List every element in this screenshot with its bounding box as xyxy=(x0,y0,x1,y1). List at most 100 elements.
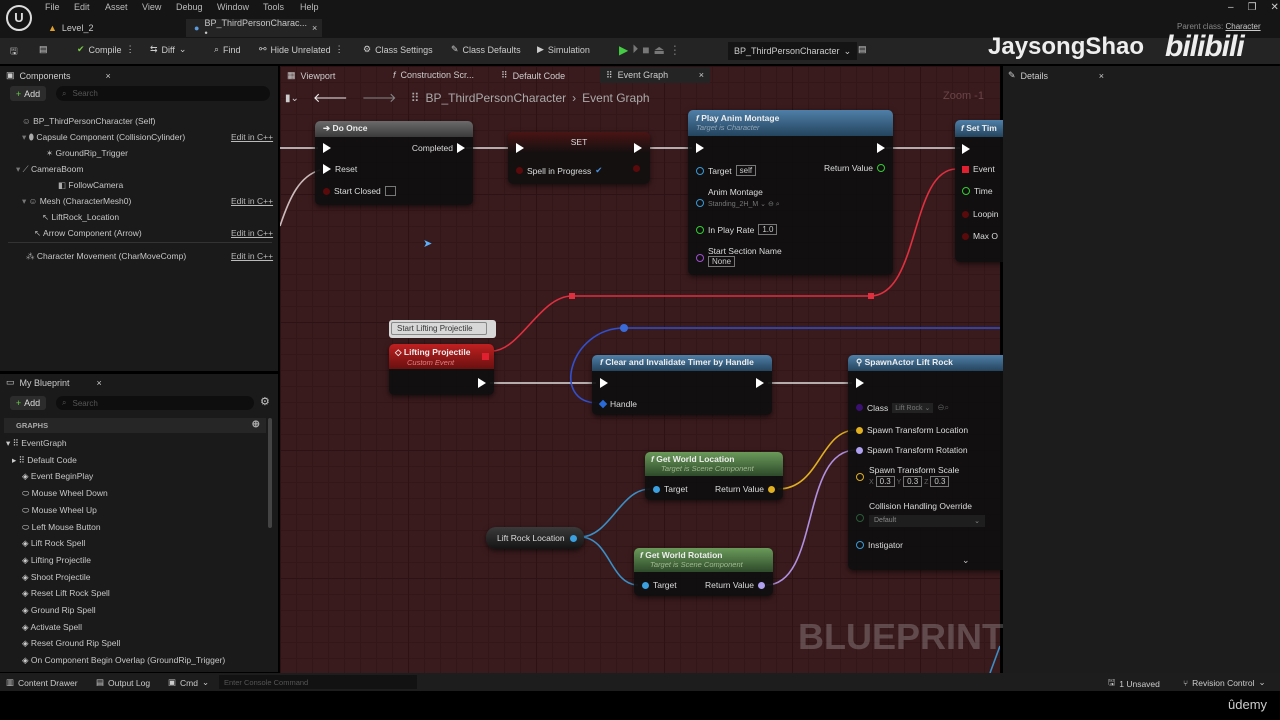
return-value-pin[interactable]: Return Value xyxy=(824,163,885,173)
spawn-scale-pin[interactable]: Spawn Transform Scale X 0.3 Y 0.3 Z 0.3 xyxy=(856,465,959,487)
spawn-rotation-pin[interactable]: Spawn Transform Rotation xyxy=(856,445,968,455)
completed-pin[interactable]: Completed xyxy=(412,143,465,153)
expand-arrow-icon[interactable]: ▾ xyxy=(22,132,29,142)
more-icon[interactable]: ⋮ xyxy=(126,44,135,55)
settings-gear-icon[interactable]: ⚙ xyxy=(260,395,270,408)
browse-debug-icon[interactable]: ▤ xyxy=(858,44,867,55)
class-defaults-button[interactable]: ✎ Class Defaults xyxy=(451,44,521,55)
output-log-button[interactable]: ▤ Output Log xyxy=(96,677,150,688)
exec-in-pin[interactable] xyxy=(856,378,864,388)
my-blueprint-tab[interactable]: ▭ My Blueprint × xyxy=(6,377,102,388)
eject-icon[interactable]: ⏏ xyxy=(654,43,665,57)
breadcrumb-blueprint[interactable]: BP_ThirdPersonCharacter xyxy=(425,91,566,105)
close-icon[interactable]: × xyxy=(97,378,102,388)
component-item[interactable]: ◧ FollowCamera xyxy=(58,180,123,191)
menu-debug[interactable]: Debug xyxy=(176,2,203,12)
graph-item[interactable]: ◈ Lift Rock Spell xyxy=(22,538,85,549)
find-button[interactable]: ⌕ Find xyxy=(214,44,241,55)
component-item[interactable]: ☺ BP_ThirdPersonCharacter (Self) xyxy=(22,116,155,126)
debug-object-select[interactable]: BP_ThirdPersonCharacter ⌄ xyxy=(728,42,858,60)
expand-arrow-icon[interactable]: ▾ xyxy=(16,164,23,174)
output-pin[interactable] xyxy=(569,534,577,542)
menu-edit[interactable]: Edit xyxy=(74,2,90,12)
montage-select[interactable]: Standing_2H_M ⌄ ⊖ ⌕ xyxy=(708,200,780,209)
content-drawer-button[interactable]: ▥ Content Drawer xyxy=(6,677,78,688)
graph-item[interactable]: ◈ Event BeginPlay xyxy=(22,471,93,482)
node-do-once[interactable]: ➔ Do Once Completed Reset Start Closed xyxy=(315,121,473,205)
details-tab[interactable]: ✎ Details × xyxy=(1008,70,1104,81)
forward-arrow-icon[interactable]: 🡒 xyxy=(362,90,397,106)
start-closed-pin[interactable]: Start Closed xyxy=(323,186,396,196)
console-input[interactable]: Enter Console Command xyxy=(219,675,417,689)
save-icon[interactable]: 🖫 xyxy=(10,44,18,60)
play-rate-input[interactable]: 1.0 xyxy=(758,224,778,235)
edit-in-cpp-link[interactable]: Edit in C++ xyxy=(231,251,273,261)
reset-pin[interactable]: Reset xyxy=(323,164,357,174)
graph-item[interactable]: ◈ Reset Ground Rip Spell xyxy=(22,638,120,649)
menu-file[interactable]: File xyxy=(45,2,60,12)
component-item[interactable]: ✶ GroundRip_Trigger xyxy=(46,148,128,159)
component-item[interactable]: ↖ Arrow Component (Arrow) xyxy=(34,228,142,239)
expand-chevron-icon[interactable]: ⌄ xyxy=(962,555,970,566)
graph-item[interactable]: ◈ Reset Lift Rock Spell xyxy=(22,588,110,599)
scale-x-input[interactable]: 0.3 xyxy=(875,476,895,487)
return-value-pin[interactable]: Return Value xyxy=(705,580,765,590)
components-search-input[interactable]: ⌕ Search xyxy=(56,86,270,101)
tab-viewport[interactable]: ▦ Viewport xyxy=(287,70,335,81)
delegate-pin[interactable] xyxy=(482,353,489,360)
node-lift-rock-location-var[interactable]: Lift Rock Location xyxy=(486,527,584,549)
menu-asset[interactable]: Asset xyxy=(105,2,128,12)
tab-level[interactable]: ▲ Level_2 xyxy=(40,19,101,37)
start-section-pin[interactable]: Start Section Name None xyxy=(696,246,782,267)
scrollbar[interactable] xyxy=(268,418,272,528)
component-item[interactable]: ▾ ☺ Mesh (CharacterMesh0) xyxy=(22,196,131,207)
section-input[interactable]: None xyxy=(708,256,736,267)
more-icon[interactable]: ⋮ xyxy=(669,43,681,57)
edit-in-cpp-link[interactable]: Edit in C++ xyxy=(231,196,273,206)
looping-pin[interactable]: Loopin xyxy=(962,209,999,219)
cmd-select[interactable]: ▣ Cmd ⌄ xyxy=(168,677,209,688)
collision-override-pin[interactable]: Collision Handling Override Default ⌄ xyxy=(856,501,985,527)
exec-in-pin[interactable] xyxy=(323,143,331,153)
close-icon[interactable]: × xyxy=(699,70,704,80)
class-pin[interactable]: Class Lift Rock ⌄ ⊖⌕ xyxy=(856,402,949,413)
add-component-button[interactable]: + Add xyxy=(10,86,46,101)
start-closed-checkbox[interactable] xyxy=(384,186,396,196)
exec-in-pin[interactable] xyxy=(516,143,524,153)
target-pin[interactable]: Target self xyxy=(696,165,757,176)
graph-item[interactable]: ⬭ Left Mouse Button xyxy=(22,522,101,533)
compile-button[interactable]: ✔ Compile ⋮ xyxy=(77,44,135,55)
back-arrow-icon[interactable]: 🡐 xyxy=(313,90,348,106)
exec-out-pin[interactable] xyxy=(478,378,486,388)
unreal-logo-icon[interactable]: U xyxy=(6,5,32,31)
comment-bubble[interactable]: Start Lifting Projectile xyxy=(389,320,496,338)
node-get-world-rotation[interactable]: f Get World Rotation Target is Scene Comp… xyxy=(634,548,773,596)
browse-icon[interactable]: ▤ xyxy=(39,44,48,55)
tab-default-code[interactable]: ⠿ Default Code xyxy=(501,70,565,81)
exec-out-pin[interactable] xyxy=(877,143,885,153)
time-pin[interactable]: Time xyxy=(962,186,993,196)
node-lifting-projectile-event[interactable]: ◇ Lifting Projectile Custom Event xyxy=(389,344,494,395)
collision-select[interactable]: Default ⌄ xyxy=(869,515,985,527)
menu-help[interactable]: Help xyxy=(300,2,319,12)
close-icon[interactable]: × xyxy=(312,23,317,33)
unsaved-button[interactable]: 🖫 1 Unsaved xyxy=(1108,677,1160,691)
target-pin[interactable]: Target xyxy=(642,580,677,590)
graph-item[interactable]: ◈ On Component Begin Overlap (GroundRip_… xyxy=(22,655,225,666)
handle-pin[interactable]: Handle xyxy=(598,399,637,409)
restore-icon[interactable]: ❐ xyxy=(1248,2,1257,13)
graph-item[interactable]: ⬭ Mouse Wheel Down xyxy=(22,488,108,499)
add-graph-icon[interactable]: ⊕ xyxy=(252,419,260,430)
checkbox-checked-icon[interactable]: ✔ xyxy=(595,165,602,176)
stop-icon[interactable]: ■ xyxy=(642,43,649,57)
in-play-rate-pin[interactable]: In Play Rate 1.0 xyxy=(696,224,778,235)
menu-tools[interactable]: Tools xyxy=(263,2,284,12)
minimize-icon[interactable]: – xyxy=(1228,2,1234,13)
exec-in-pin[interactable] xyxy=(962,144,970,154)
exec-in-pin[interactable] xyxy=(696,143,704,153)
add-member-button[interactable]: + Add xyxy=(10,396,46,410)
component-item[interactable]: ▾ ⬮ Capsule Component (CollisionCylinder… xyxy=(22,132,185,143)
instigator-pin[interactable]: Instigator xyxy=(856,540,903,550)
tab-blueprint[interactable]: ● BP_ThirdPersonCharac... • × xyxy=(186,18,322,38)
exec-in-pin[interactable] xyxy=(600,378,608,388)
